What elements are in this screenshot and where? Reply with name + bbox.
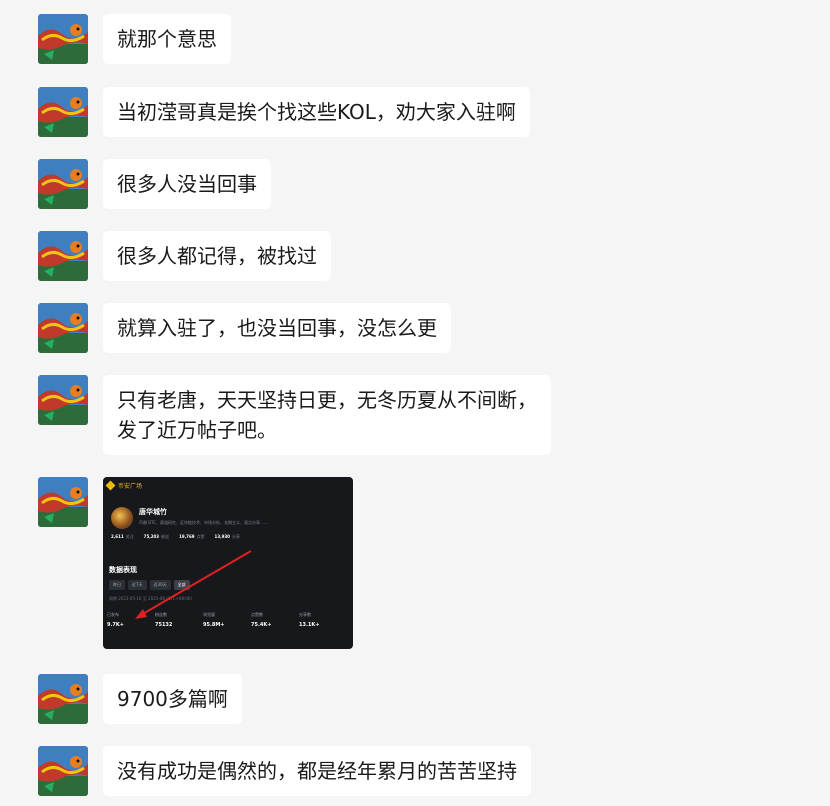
message-bubble[interactable]: 就那个意思 bbox=[103, 14, 231, 64]
message-row: 很多人都记得，被找过 bbox=[38, 231, 331, 281]
message-bubble[interactable]: 就算入驻了，也没当回事，没怎么更 bbox=[103, 303, 451, 353]
dragon-avatar-icon bbox=[38, 375, 88, 425]
message-row: 只有老唐，天天坚持日更，无冬历夏从不间断， 发了近万帖子吧。 bbox=[38, 375, 551, 455]
message-text: 就算入驻了，也没当回事，没怎么更 bbox=[117, 316, 437, 340]
avatar[interactable] bbox=[38, 674, 88, 724]
red-arrow-annotation bbox=[135, 550, 252, 619]
message-row: 币安广场 唐华城竹 币圈 BTC、赛道研究、区块链技术、市场分析、长期主义、观点… bbox=[38, 477, 353, 649]
dragon-avatar-icon bbox=[38, 14, 88, 64]
message-text: 很多人都记得，被找过 bbox=[117, 244, 317, 268]
dragon-avatar-icon bbox=[38, 477, 88, 527]
avatar[interactable] bbox=[38, 303, 88, 353]
message-row: 就那个意思 bbox=[38, 14, 231, 64]
image-message[interactable]: 币安广场 唐华城竹 币圈 BTC、赛道研究、区块链技术、市场分析、长期主义、观点… bbox=[103, 477, 353, 649]
message-bubble[interactable]: 当初滢哥真是挨个找这些KOL，劝大家入驻啊 bbox=[103, 87, 530, 137]
message-text: 发了近万帖子吧。 bbox=[117, 418, 277, 442]
avatar[interactable] bbox=[38, 159, 88, 209]
message-bubble[interactable]: 很多人没当回事 bbox=[103, 159, 271, 209]
message-row: 没有成功是偶然的，都是经年累月的苦苦坚持 bbox=[38, 746, 531, 796]
avatar[interactable] bbox=[38, 14, 88, 64]
message-text: 没有成功是偶然的，都是经年累月的苦苦坚持 bbox=[117, 759, 517, 783]
avatar[interactable] bbox=[38, 746, 88, 796]
message-text: 当初滢哥真是挨个找这些KOL，劝大家入驻啊 bbox=[117, 100, 516, 124]
avatar[interactable] bbox=[38, 375, 88, 425]
dragon-avatar-icon bbox=[38, 303, 88, 353]
message-bubble[interactable]: 9700多篇啊 bbox=[103, 674, 242, 724]
avatar[interactable] bbox=[38, 477, 88, 527]
dragon-avatar-icon bbox=[38, 231, 88, 281]
message-text: 就那个意思 bbox=[117, 27, 217, 51]
message-bubble[interactable]: 只有老唐，天天坚持日更，无冬历夏从不间断， 发了近万帖子吧。 bbox=[103, 375, 551, 455]
message-bubble[interactable]: 没有成功是偶然的，都是经年累月的苦苦坚持 bbox=[103, 746, 531, 796]
message-row: 很多人没当回事 bbox=[38, 159, 271, 209]
avatar[interactable] bbox=[38, 231, 88, 281]
message-row: 就算入驻了，也没当回事，没怎么更 bbox=[38, 303, 451, 353]
avatar[interactable] bbox=[38, 87, 88, 137]
dragon-avatar-icon bbox=[38, 674, 88, 724]
message-text: 只有老唐，天天坚持日更，无冬历夏从不间断， bbox=[117, 388, 537, 412]
dragon-avatar-icon bbox=[38, 159, 88, 209]
message-text: 9700多篇啊 bbox=[117, 687, 228, 711]
message-text: 很多人没当回事 bbox=[117, 172, 257, 196]
dragon-avatar-icon bbox=[38, 746, 88, 796]
message-row: 9700多篇啊 bbox=[38, 674, 242, 724]
message-bubble[interactable]: 很多人都记得，被找过 bbox=[103, 231, 331, 281]
dragon-avatar-icon bbox=[38, 87, 88, 137]
message-row: 当初滢哥真是挨个找这些KOL，劝大家入驻啊 bbox=[38, 87, 530, 137]
